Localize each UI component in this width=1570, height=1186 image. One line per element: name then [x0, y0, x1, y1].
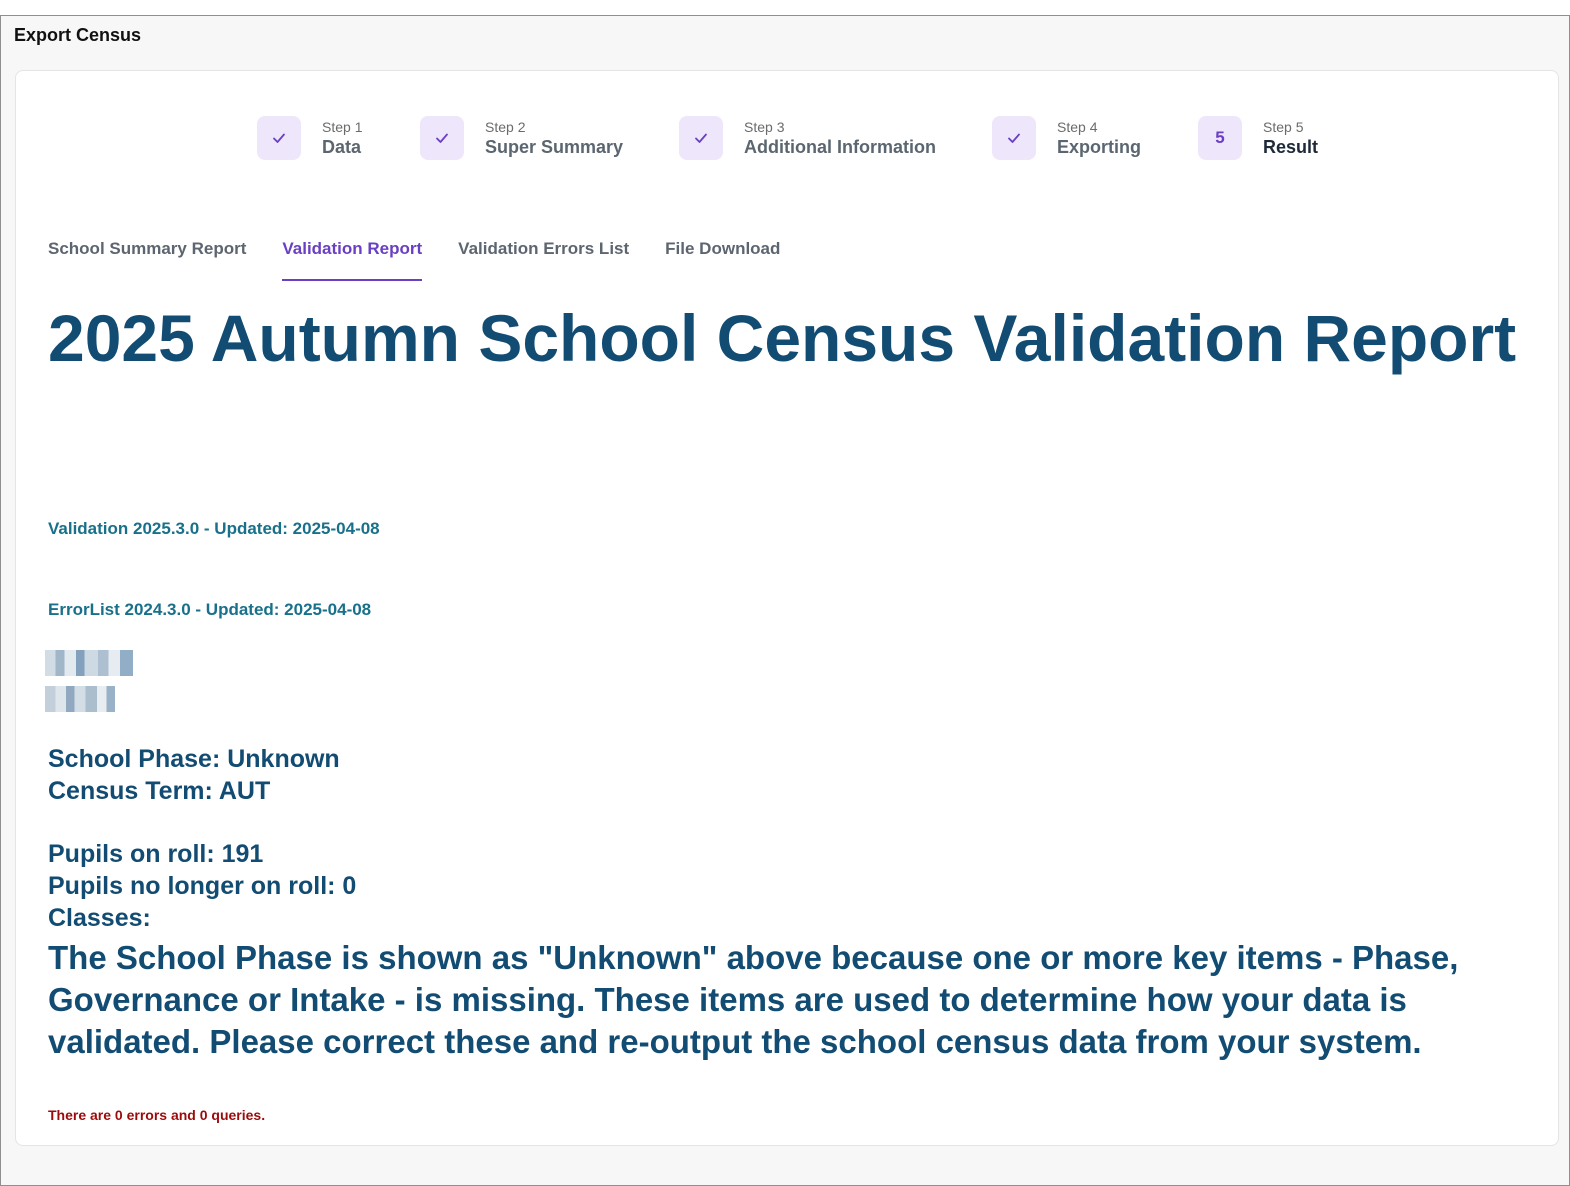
report-title: 2025 Autumn School Census Validation Rep… — [48, 301, 1517, 375]
pupils-on-roll: Pupils on roll: 191 — [48, 840, 264, 868]
check-icon — [992, 116, 1036, 160]
check-icon — [257, 116, 301, 160]
validation-version: Validation 2025.3.0 - Updated: 2025-04-0… — [48, 519, 380, 538]
classes: Classes: — [48, 904, 151, 932]
step-4: Step 4 Exporting — [992, 115, 1141, 161]
export-card: Step 1 Data Step 2 Super Summary Step 3 … — [15, 70, 1559, 1146]
errors-summary: There are 0 errors and 0 queries. — [48, 1107, 266, 1123]
export-census-window: Export Census Step 1 Data Step 2 Super S… — [0, 15, 1570, 1186]
step-5: 5 Step 5 Result — [1198, 115, 1318, 161]
errorlist-version: ErrorList 2024.3.0 - Updated: 2025-04-08 — [48, 600, 372, 619]
step-2: Step 2 Super Summary — [420, 115, 623, 161]
step-number: Step 4 — [1057, 118, 1098, 135]
check-icon — [420, 116, 464, 160]
tab-file-download[interactable]: File Download — [665, 237, 780, 277]
step-name: Result — [1263, 136, 1319, 157]
tab-validation-report[interactable]: Validation Report — [282, 237, 423, 281]
validation-report: 2025 Autumn School Census Validation Rep… — [45, 297, 1538, 1123]
step-1: Step 1 Data — [257, 115, 362, 161]
school-phase: School Phase: Unknown — [48, 745, 340, 773]
redacted-school-number — [45, 686, 115, 712]
report-tabs: School Summary Report Validation Report … — [48, 237, 816, 281]
stepper: Step 1 Data Step 2 Super Summary Step 3 … — [16, 71, 1558, 211]
step-name: Super Summary — [485, 136, 624, 157]
step-name: Exporting — [1057, 136, 1141, 157]
window-title: Export Census — [14, 25, 142, 45]
pupils-no-longer-on-roll: Pupils no longer on roll: 0 — [48, 872, 357, 900]
tab-school-summary-report[interactable]: School Summary Report — [48, 237, 246, 277]
step-name: Data — [322, 136, 362, 157]
step-number: Step 5 — [1263, 118, 1304, 135]
step-number: Step 1 — [322, 118, 363, 135]
check-icon — [679, 116, 723, 160]
step-number: Step 2 — [485, 118, 526, 135]
school-phase-notice: The School Phase is shown as "Unknown" a… — [48, 939, 1459, 1060]
redacted-school-name — [45, 650, 133, 676]
tab-validation-errors-list[interactable]: Validation Errors List — [458, 237, 629, 277]
step-number-badge: 5 — [1198, 116, 1242, 160]
step-name: Additional Information — [744, 136, 936, 157]
step-number: Step 3 — [744, 118, 785, 135]
census-term: Census Term: AUT — [48, 777, 271, 805]
step-3: Step 3 Additional Information — [679, 115, 936, 161]
